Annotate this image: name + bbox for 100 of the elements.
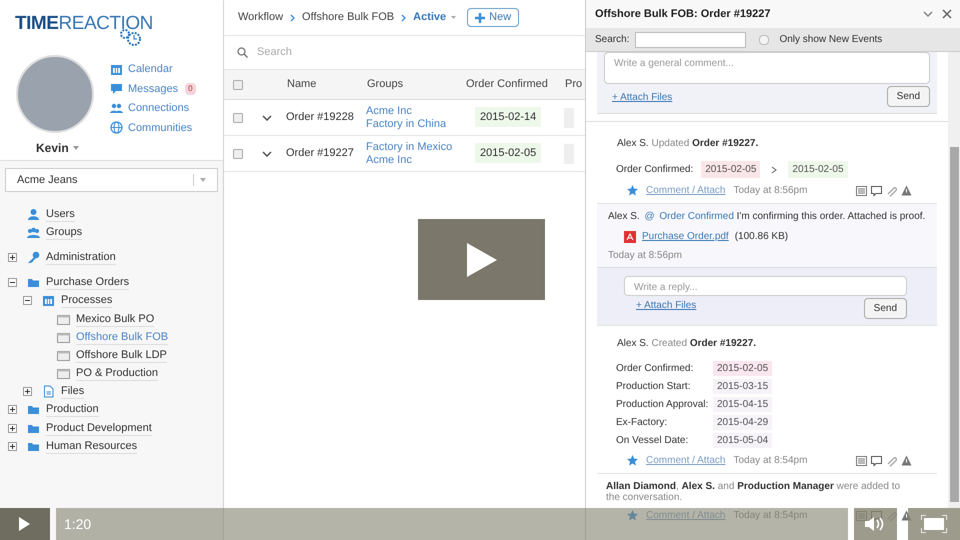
warning-icon[interactable] — [901, 454, 912, 466]
timestamp: Today at 8:56pm — [733, 184, 808, 198]
caret-icon — [451, 16, 456, 19]
event-summary: Allan Diamond, Alex S. and Production Manager were added to the conversation. — [606, 481, 902, 503]
date-cell: 2015-02-14 — [475, 107, 542, 128]
warning-icon[interactable] — [901, 184, 912, 196]
tree-item[interactable]: Product Development — [46, 420, 152, 436]
column-header[interactable]: Name — [287, 76, 367, 93]
send-button[interactable]: Send — [864, 298, 908, 319]
column-header[interactable]: Pro — [565, 76, 583, 93]
collapse-icon[interactable] — [8, 278, 17, 288]
calendar-icon — [110, 62, 123, 76]
window-icon — [57, 367, 70, 380]
chevron-right-icon — [401, 14, 406, 22]
tree-item[interactable]: Users — [46, 206, 75, 222]
expand-icon[interactable] — [8, 424, 17, 433]
field-label: Order Confirmed: — [616, 163, 694, 177]
timestamp: Today at 8:54pm — [733, 454, 808, 468]
paperclip-icon[interactable] — [886, 454, 898, 466]
star-icon[interactable] — [627, 455, 638, 466]
star-icon[interactable] — [627, 510, 638, 521]
volume-button[interactable] — [854, 508, 898, 540]
search-field[interactable] — [635, 32, 746, 48]
expand-icon[interactable] — [23, 387, 32, 396]
tree-item[interactable]: Groups — [46, 224, 82, 240]
breadcrumb-link[interactable]: Workflow — [238, 9, 284, 26]
event-summary: Alex S. Updated Order #19227. — [617, 137, 760, 151]
group-link[interactable]: Acme Inc — [366, 104, 465, 118]
nav-link[interactable]: Messages — [128, 80, 178, 97]
new-button[interactable]: New — [467, 8, 520, 27]
nav-link[interactable]: Connections — [128, 100, 190, 116]
paperclip-icon[interactable] — [886, 184, 898, 196]
field-label: Ex-Factory: — [616, 416, 668, 430]
window-icon — [57, 348, 70, 362]
breadcrumb-link[interactable]: Offshore Bulk FOB — [302, 9, 394, 26]
tree-item[interactable]: Human Resources — [46, 438, 138, 454]
expand-icon[interactable] — [8, 405, 17, 414]
key-icon — [27, 250, 40, 264]
tree-item[interactable]: Administration — [46, 250, 116, 265]
expand-icon[interactable] — [8, 252, 17, 262]
list-icon[interactable] — [856, 454, 868, 466]
window-icon — [57, 312, 70, 326]
tree-item[interactable]: PO & Production — [76, 366, 158, 382]
nav-link[interactable]: Communities — [128, 120, 192, 136]
comment-icon[interactable] — [871, 184, 882, 196]
file-link[interactable]: Purchase Order.pdf — [642, 229, 729, 244]
folder-icon — [27, 403, 40, 416]
column-header[interactable]: Order Confirmed — [466, 76, 565, 93]
time-display: 1:20 — [64, 514, 92, 534]
greater-than-icon — [771, 166, 778, 174]
tree-item[interactable]: Purchase Orders — [46, 275, 130, 290]
comment-icon[interactable] — [871, 454, 882, 466]
chevron-down-icon[interactable] — [262, 150, 272, 156]
collapse-icon[interactable] — [23, 296, 32, 306]
field-value: 2015-02-05 — [713, 361, 772, 376]
field-value: 2015-04-15 — [713, 397, 772, 412]
tree-item[interactable]: Processes — [61, 293, 112, 308]
user-menu[interactable]: Kevin — [36, 139, 79, 157]
caret-icon — [200, 178, 206, 182]
tree-item[interactable]: Files — [61, 384, 84, 400]
checkbox[interactable] — [233, 112, 243, 122]
tree-item[interactable]: Mexico Bulk PO — [76, 312, 154, 327]
checkbox[interactable] — [233, 80, 243, 90]
checkbox[interactable] — [233, 148, 243, 158]
list-icon[interactable] — [856, 184, 868, 196]
group-link[interactable]: Acme Inc — [366, 154, 465, 166]
comment-text: Alex S. @ Order Confirmed I'm confirming this order. Attached is proof. — [608, 210, 926, 224]
table-cell-text: Order #19228 — [286, 110, 355, 126]
file-size: (100.86 KB) — [734, 230, 788, 244]
comment-field[interactable]: Write a general comment... — [604, 52, 930, 84]
expand-icon[interactable] — [8, 442, 17, 451]
nav-link[interactable]: Calendar — [128, 61, 173, 78]
attach-files-link[interactable]: + Attach Files — [612, 90, 672, 105]
document-icon — [42, 385, 55, 398]
search-field[interactable]: Search — [257, 44, 557, 61]
company-dropdown[interactable]: Acme Jeans — [5, 168, 218, 192]
play-button[interactable] — [418, 219, 545, 300]
field-label: Production Approval: — [616, 398, 710, 412]
comment-field[interactable]: Write a reply... — [624, 276, 908, 296]
people-icon — [27, 226, 40, 239]
tree-item[interactable]: Production — [46, 402, 99, 418]
status-dropdown[interactable]: Active — [413, 9, 456, 26]
scrollbar[interactable] — [948, 52, 960, 508]
group-link[interactable]: Factory in China — [366, 118, 465, 130]
tree-item[interactable]: Offshore Bulk FOB — [76, 330, 168, 345]
attach-files-link[interactable]: + Attach Files — [636, 298, 696, 313]
checkbox[interactable] — [759, 34, 770, 44]
close-icon[interactable] — [942, 9, 952, 19]
tree-item[interactable]: Offshore Bulk LDP — [76, 348, 167, 363]
group-link[interactable]: Factory in Mexico — [366, 140, 465, 154]
play-button[interactable] — [0, 508, 50, 540]
fullscreen-button[interactable] — [908, 508, 960, 540]
speech-bubble-icon — [110, 82, 123, 96]
logo: TIMEREACTION — [15, 10, 153, 38]
star-icon[interactable] — [627, 185, 638, 196]
column-header[interactable]: Groups — [367, 76, 466, 93]
field-label: Order Confirmed: — [616, 362, 694, 376]
event-summary: Alex S. Created Order #19227. — [617, 337, 757, 351]
chevron-down-icon[interactable] — [262, 114, 272, 120]
send-button[interactable]: Send — [886, 86, 930, 107]
